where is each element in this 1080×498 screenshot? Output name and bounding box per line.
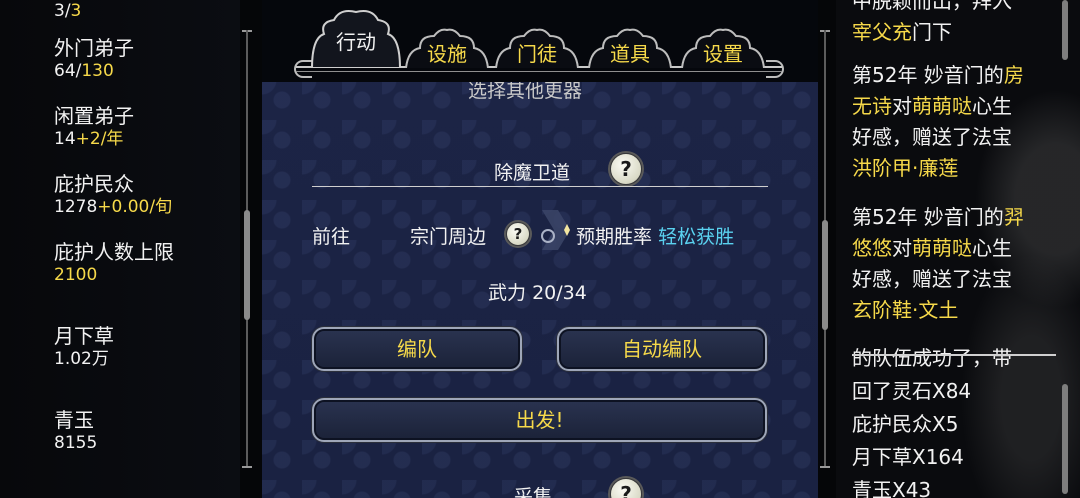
resource-value: 1278: [54, 197, 98, 217]
log-entry: 中脱颖而出，拜入 宰父充门下: [852, 0, 1062, 48]
log-line: 中脱颖而出，拜入: [852, 0, 1012, 13]
auto-team-button[interactable]: 自动编队: [557, 327, 767, 371]
resource-value: 14: [54, 129, 76, 149]
power-value: 20/34: [532, 282, 587, 304]
tab-items-label: 道具: [610, 42, 650, 66]
resource-value-accent: 130: [81, 61, 114, 81]
power-label: 武力: [488, 282, 527, 304]
destination-value[interactable]: 宗门周边: [410, 222, 486, 249]
log-line: 庇护民众X5: [852, 412, 959, 436]
log-name: 羿: [1003, 205, 1024, 229]
tab-bar: 行动 设施 门徒 道具 设置: [262, 0, 818, 82]
resource-label: 月下草: [54, 324, 114, 348]
tab-settings-label: 设置: [703, 42, 743, 66]
log-divider: [852, 354, 1056, 356]
tab-settings[interactable]: 设置: [680, 28, 766, 68]
left-scrollbar-thumb[interactable]: [244, 210, 250, 320]
tab-facilities[interactable]: 设施: [404, 28, 490, 68]
log-name: 萌萌哒: [912, 236, 972, 260]
go-label: 前往: [312, 226, 351, 248]
gather-section-title: 采集: [514, 486, 553, 498]
tab-items[interactable]: 道具: [587, 28, 673, 68]
resource-label: 庇护人数上限: [54, 240, 174, 264]
depart-button[interactable]: 出发!: [312, 398, 767, 442]
resource-label: 外门弟子: [54, 36, 134, 60]
log-entry: 第52年 妙音门的羿 悠悠对萌萌哒心生 好感，赠送了法宝 玄阶鞋·文土: [852, 202, 1062, 326]
scroll-ornament-right-icon: [766, 60, 784, 78]
resource-item-outer-disciples: 外门弟子 64/130: [54, 36, 134, 82]
resource-panel: 3/3 外门弟子 64/130 闲置弟子 14+2/年 庇护民众 1278+0.…: [0, 0, 240, 498]
tab-disciples-label: 门徒: [517, 42, 557, 66]
resource-label: 庇护民众: [54, 172, 134, 196]
log-item: 洪阶甲·廉莲: [852, 156, 959, 180]
log-scrollbar[interactable]: [1058, 0, 1072, 498]
power-row: 武力 20/34: [488, 278, 587, 305]
resource-label: 青玉: [54, 408, 94, 432]
main-scrollbar-thumb[interactable]: [822, 220, 828, 330]
win-rate-value: 轻松获胜: [658, 226, 735, 248]
log-entry: 的队伍成功了，带 回了灵石X84 庇护民众X5 月下草X164 青玉X43: [852, 342, 1062, 498]
event-log-panel: 中脱颖而出，拜入 宰父充门下 第52年 妙音门的房 无诗对萌萌哒心生 好感，赠送…: [836, 0, 1080, 498]
log-line: 回了灵石X84: [852, 379, 972, 403]
destination-help-icon[interactable]: ?: [506, 222, 530, 246]
resource-item-moon-grass: 月下草 1.02万: [54, 324, 114, 370]
log-line: 第52年 妙音门的: [852, 205, 1004, 229]
resource-value-accent: +2/年: [75, 129, 124, 149]
log-name: 悠悠: [852, 236, 892, 260]
resource-value-accent: +0.00/旬: [97, 197, 173, 217]
team-button[interactable]: 编队: [312, 327, 522, 371]
log-scrollbar-thumb[interactable]: [1062, 0, 1068, 60]
resource-value: 1.02万: [54, 349, 109, 369]
log-line: 的队伍成功了，带: [852, 346, 1012, 370]
log-line: 第52年 妙音门的: [852, 63, 1004, 87]
resource-item-idle-disciples: 闲置弟子 14+2/年: [54, 104, 134, 150]
log-line: 青玉X43: [852, 478, 932, 498]
tab-action-label: 行动: [336, 30, 376, 54]
tab-facilities-label: 设施: [427, 42, 467, 66]
log-line: 月下草X164: [852, 445, 964, 469]
section-divider: [312, 186, 768, 187]
resource-value-accent: 2100: [54, 265, 98, 285]
tab-action[interactable]: 行动: [310, 8, 402, 68]
log-name: 宰父充: [852, 20, 912, 44]
tab-disciples[interactable]: 门徒: [494, 28, 580, 68]
resource-value-accent: 3: [70, 1, 82, 21]
recommend-emblem-icon: [541, 210, 570, 250]
log-line: 门下: [912, 20, 952, 44]
mission-help-icon[interactable]: ?: [610, 153, 642, 185]
resource-label: 闲置弟子: [54, 104, 134, 128]
gather-help-icon[interactable]: ?: [610, 478, 642, 498]
resource-item-protected-people: 庇护民众 1278+0.00/旬: [54, 172, 172, 218]
resource-item-jade: 青玉 8155: [54, 408, 97, 454]
log-line: 好感，赠送了法宝: [852, 125, 1012, 149]
log-item: 玄阶鞋·文土: [852, 298, 959, 322]
left-scrollbar[interactable]: [242, 30, 252, 468]
win-rate-label: 预期胜率: [576, 226, 653, 248]
log-name: 房: [1003, 63, 1024, 87]
resource-value: 64/: [54, 61, 82, 81]
log-entry: 第52年 妙音门的房 无诗对萌萌哒心生 好感，赠送了法宝 洪阶甲·廉莲: [852, 60, 1062, 184]
resource-value: 3/: [54, 1, 71, 21]
resource-item-top: 3/3: [54, 0, 81, 22]
resource-value: 8155: [54, 433, 98, 453]
log-name: 萌萌哒: [912, 94, 972, 118]
log-name: 无诗: [852, 94, 892, 118]
resource-item-protect-limit: 庇护人数上限 2100: [54, 240, 174, 286]
action-panel: 选择其他更器 行动 设施 门徒 道具 设置 除魔卫道 ? 前往 宗门周边 ? 预…: [262, 0, 818, 498]
main-scrollbar[interactable]: [820, 30, 830, 468]
mission-title: 除魔卫道: [494, 162, 571, 184]
log-scrollbar-thumb-lower[interactable]: [1062, 384, 1068, 494]
log-line: 好感，赠送了法宝: [852, 267, 1012, 291]
